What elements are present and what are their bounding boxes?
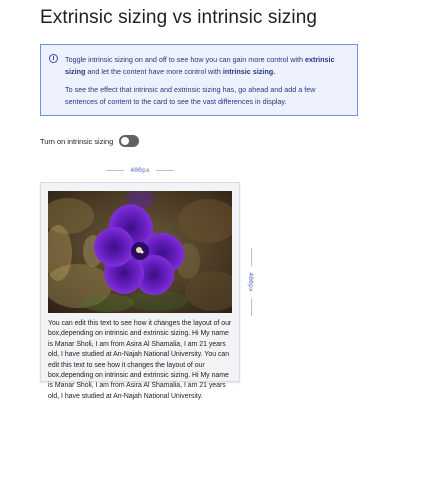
info-p1-text-a: Toggle intrinsic sizing on and off to se… <box>65 55 305 64</box>
card-editable-text[interactable]: You can edit this text to see how it cha… <box>48 319 232 402</box>
flower-photo-graphic <box>48 191 232 313</box>
intrinsic-toggle-label: Turn on intrinsic sizing <box>40 136 114 146</box>
info-text: Toggle intrinsic sizing on and off to se… <box>65 54 350 108</box>
intrinsic-sizing-toggle[interactable] <box>119 135 140 147</box>
height-measure-label: 400px <box>247 272 255 292</box>
height-measure: 400px <box>246 248 256 316</box>
info-circle-icon <box>49 54 58 63</box>
height-measure-top-line <box>251 248 252 266</box>
info-paragraph-1: Toggle intrinsic sizing on and off to se… <box>65 54 350 78</box>
toggle-knob <box>121 137 130 145</box>
demo-page: Extrinsic sizing vs intrinsic sizing Tog… <box>0 0 434 477</box>
intrinsic-toggle-row: Turn on intrinsic sizing <box>40 134 140 148</box>
width-measure: 400px <box>106 165 174 175</box>
purple-flower-photo <box>48 191 232 313</box>
width-measure-left-line <box>106 170 124 171</box>
info-callout: Toggle intrinsic sizing on and off to se… <box>40 44 358 116</box>
height-measure-bottom-line <box>251 298 252 316</box>
page-title: Extrinsic sizing vs intrinsic sizing <box>40 7 318 28</box>
info-p1-text-c: and let the content have more control wi… <box>85 67 223 76</box>
info-paragraph-2: To see the effect that intrinsic and ext… <box>65 85 316 106</box>
info-p1-intrinsic-term: intrinsic sizing. <box>222 67 276 76</box>
width-measure-label: 400px <box>130 166 150 174</box>
width-measure-right-line <box>156 170 174 171</box>
